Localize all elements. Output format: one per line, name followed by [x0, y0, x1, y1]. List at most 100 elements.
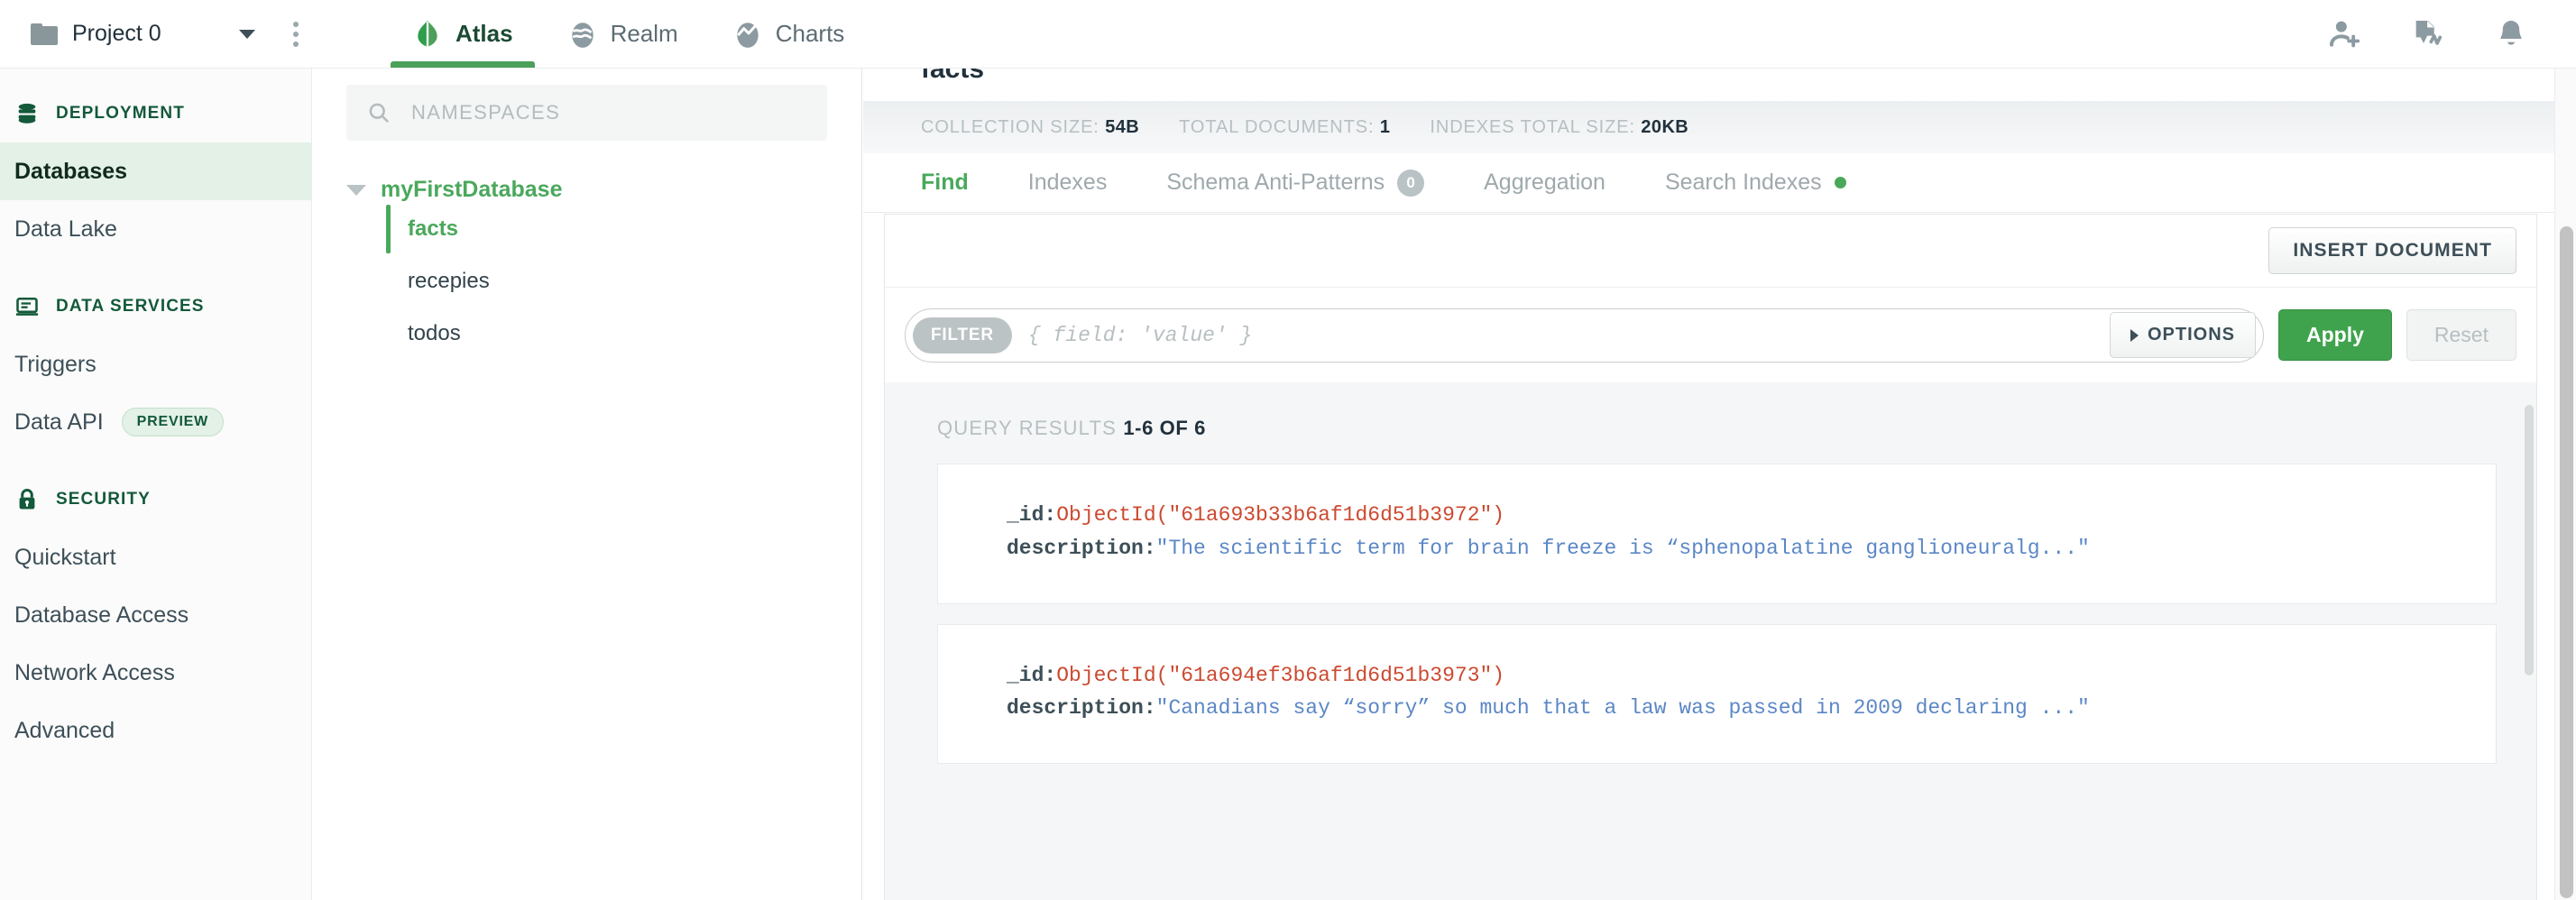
- nav-tab-charts[interactable]: Charts: [705, 0, 872, 68]
- nav-tab-atlas-label: Atlas: [455, 20, 513, 47]
- collection-item-facts[interactable]: facts: [386, 203, 827, 255]
- document-field-id: _id:ObjectId("61a694ef3b6af1d6d51b3973"): [1007, 659, 2496, 693]
- nav-tab-realm[interactable]: Realm: [540, 0, 705, 68]
- collection-item-todos[interactable]: todos: [386, 308, 827, 360]
- tab-aggregation[interactable]: Aggregation: [1484, 170, 1605, 196]
- nav-tab-charts-label: Charts: [775, 20, 845, 47]
- sidebar-item-database-access-label: Database Access: [14, 602, 189, 628]
- document-list: _id:ObjectId("61a693b33b6af1d6d51b3972")…: [885, 464, 2536, 765]
- options-button[interactable]: OPTIONS: [2110, 312, 2257, 358]
- tab-indexes[interactable]: Indexes: [1028, 170, 1108, 196]
- sidebar-item-databases[interactable]: Databases: [0, 142, 311, 200]
- sidebar-item-data-lake[interactable]: Data Lake: [0, 200, 311, 258]
- notifications-bell-icon[interactable]: [2493, 16, 2529, 52]
- stat-indexes-total-size-value: 20KB: [1641, 116, 1689, 137]
- project-selector[interactable]: Project 0: [0, 0, 311, 68]
- sidebar-section-security: SECURITY: [0, 471, 311, 528]
- sidebar-item-quickstart-label: Quickstart: [14, 544, 116, 570]
- tab-find-label: Find: [921, 170, 969, 195]
- search-indexes-status-dot: [1834, 177, 1846, 188]
- database-row-myfirstdatabase[interactable]: myFirstDatabase: [346, 177, 827, 203]
- preview-badge: PREVIEW: [121, 408, 225, 436]
- document-card[interactable]: _id:ObjectId("61a694ef3b6af1d6d51b3973")…: [937, 623, 2497, 765]
- field-value-string: "Canadians say “sorry” so much that a la…: [1155, 696, 2090, 721]
- charts-icon: [736, 22, 759, 48]
- page-scrollbar-thumb[interactable]: [2560, 226, 2573, 898]
- search-icon: [369, 103, 389, 123]
- namespaces-search-placeholder: NAMESPACES: [411, 101, 561, 124]
- filter-pill-label[interactable]: FILTER: [913, 317, 1012, 354]
- folder-icon: [31, 23, 58, 45]
- database-icon: [18, 103, 36, 124]
- namespaces-panel: NAMESPACES myFirstDatabase facts recepie…: [312, 69, 862, 900]
- field-value-string: "The scientific term for brain freeze is…: [1155, 536, 2090, 560]
- schema-anti-patterns-count: 0: [1397, 169, 1425, 197]
- nav-tab-realm-label: Realm: [610, 20, 678, 47]
- realm-icon: [571, 22, 593, 48]
- sidebar-item-database-access[interactable]: Database Access: [0, 586, 311, 644]
- field-key: description:: [1007, 696, 1156, 721]
- stat-indexes-total-size-label: INDEXES TOTAL SIZE:: [1430, 116, 1635, 137]
- chevron-down-icon[interactable]: [238, 29, 255, 39]
- sidebar-section-deployment-label: DEPLOYMENT: [56, 104, 185, 123]
- field-value-objectid: ObjectId("61a693b33b6af1d6d51b3972"): [1056, 503, 1505, 527]
- tab-search-indexes[interactable]: Search Indexes: [1665, 170, 1846, 196]
- sidebar-item-triggers[interactable]: Triggers: [0, 335, 311, 393]
- sidebar-section-security-label: SECURITY: [56, 490, 151, 509]
- sidebar-item-network-access-label: Network Access: [14, 659, 175, 685]
- stat-collection-size: COLLECTION SIZE: 54B: [921, 117, 1139, 138]
- sidebar-item-data-lake-label: Data Lake: [14, 216, 117, 242]
- sidebar-section-data-services: DATA SERVICES: [0, 278, 311, 335]
- nav-tab-atlas[interactable]: Atlas: [385, 0, 540, 68]
- panel-scrollbar[interactable]: [2523, 216, 2535, 900]
- triangle-down-icon[interactable]: [346, 184, 366, 196]
- sidebar-divider-2: [0, 451, 311, 471]
- collection-tabs: Find Indexes Schema Anti-Patterns 0 Aggr…: [863, 153, 2558, 213]
- filter-bar: FILTER { field: 'value' } OPTIONS Apply …: [885, 287, 2536, 382]
- collection-item-facts-label: facts: [408, 216, 459, 241]
- field-value-objectid: ObjectId("61a694ef3b6af1d6d51b3973"): [1056, 663, 1505, 687]
- sidebar-item-advanced[interactable]: Advanced: [0, 702, 311, 759]
- sidebar-item-advanced-label: Advanced: [14, 717, 115, 743]
- invite-user-icon[interactable]: [2327, 16, 2363, 52]
- query-results-header: QUERY RESULTS 1-6 OF 6: [885, 382, 2536, 464]
- sidebar-item-quickstart[interactable]: Quickstart: [0, 528, 311, 586]
- reset-button[interactable]: Reset: [2406, 309, 2516, 361]
- database-name: myFirstDatabase: [381, 177, 563, 202]
- options-button-label: OPTIONS: [2148, 325, 2236, 344]
- sidebar-divider-1: [0, 258, 311, 278]
- collection-item-recepies-label: recepies: [408, 269, 490, 293]
- collection-title-clipped: facts: [921, 69, 985, 84]
- tab-find[interactable]: Find: [921, 170, 969, 196]
- sidebar-section-data-services-label: DATA SERVICES: [56, 297, 205, 316]
- namespaces-search-input[interactable]: NAMESPACES: [346, 85, 827, 141]
- sidebar-item-data-api[interactable]: Data API PREVIEW: [0, 393, 311, 451]
- filter-placeholder: { field: 'value' }: [1027, 323, 1253, 347]
- tab-schema-anti-patterns[interactable]: Schema Anti-Patterns 0: [1166, 169, 1425, 197]
- activity-feed-icon[interactable]: [2410, 16, 2446, 52]
- tab-schema-anti-patterns-label: Schema Anti-Patterns: [1166, 170, 1385, 195]
- collection-stats-bar: COLLECTION SIZE: 54B TOTAL DOCUMENTS: 1 …: [863, 101, 2558, 153]
- sidebar-item-databases-label: Databases: [14, 158, 128, 184]
- stat-total-documents-label: TOTAL DOCUMENTS:: [1179, 116, 1375, 137]
- panel-scrollbar-thumb[interactable]: [2525, 405, 2534, 675]
- find-panel: INSERT DOCUMENT FILTER { field: 'value' …: [884, 214, 2537, 900]
- lock-icon: [19, 489, 35, 510]
- query-results-range: 1-6 OF 6: [1123, 417, 1206, 439]
- product-nav: Atlas Realm Charts: [385, 0, 871, 68]
- page-scrollbar[interactable]: [2554, 69, 2576, 900]
- project-name: Project 0: [72, 21, 161, 46]
- sidebar-section-deployment: DEPLOYMENT: [0, 85, 311, 142]
- tab-aggregation-label: Aggregation: [1484, 170, 1605, 195]
- stat-total-documents: TOTAL DOCUMENTS: 1: [1179, 117, 1390, 138]
- document-field-id: _id:ObjectId("61a693b33b6af1d6d51b3972"): [1007, 499, 2496, 532]
- sidebar-item-network-access[interactable]: Network Access: [0, 644, 311, 702]
- collection-item-recepies[interactable]: recepies: [386, 255, 827, 308]
- collection-item-todos-label: todos: [408, 321, 461, 345]
- document-card[interactable]: _id:ObjectId("61a693b33b6af1d6d51b3972")…: [937, 464, 2497, 604]
- insert-document-button[interactable]: INSERT DOCUMENT: [2268, 227, 2516, 274]
- filter-input[interactable]: FILTER { field: 'value' } OPTIONS: [905, 308, 2265, 363]
- kebab-menu-icon[interactable]: [290, 18, 302, 51]
- left-sidebar: DEPLOYMENT Databases Data Lake DATA SERV…: [0, 69, 312, 900]
- apply-button[interactable]: Apply: [2278, 309, 2392, 361]
